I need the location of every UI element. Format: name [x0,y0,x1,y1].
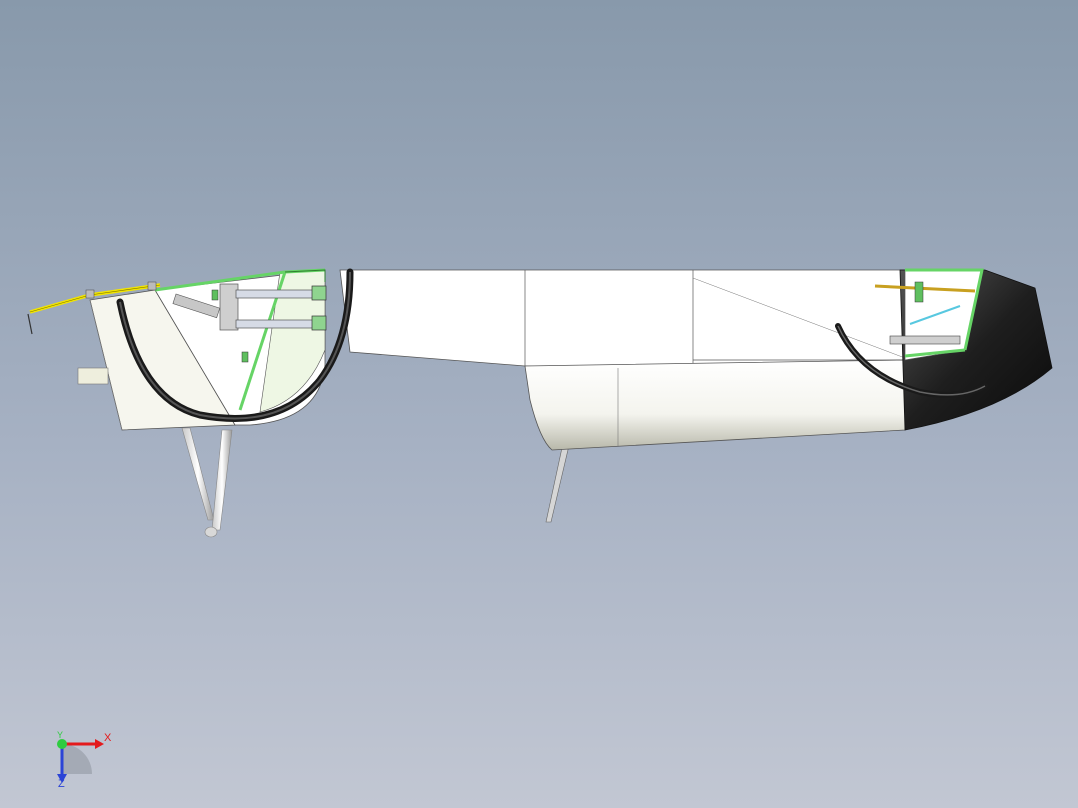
belly-tube [524,359,906,451]
rear-gear-strut [181,427,233,538]
x-axis-label: X [104,732,112,744]
y-axis-label: Y [57,730,64,740]
z-axis-label: Z [58,778,65,790]
cad-model-view[interactable] [0,0,1078,808]
main-fuselage [339,269,906,367]
coordinate-triad: X Y Z [40,722,130,792]
axis-triad-icon [57,739,104,783]
graphics-viewport[interactable]: X Y Z [0,0,1078,808]
